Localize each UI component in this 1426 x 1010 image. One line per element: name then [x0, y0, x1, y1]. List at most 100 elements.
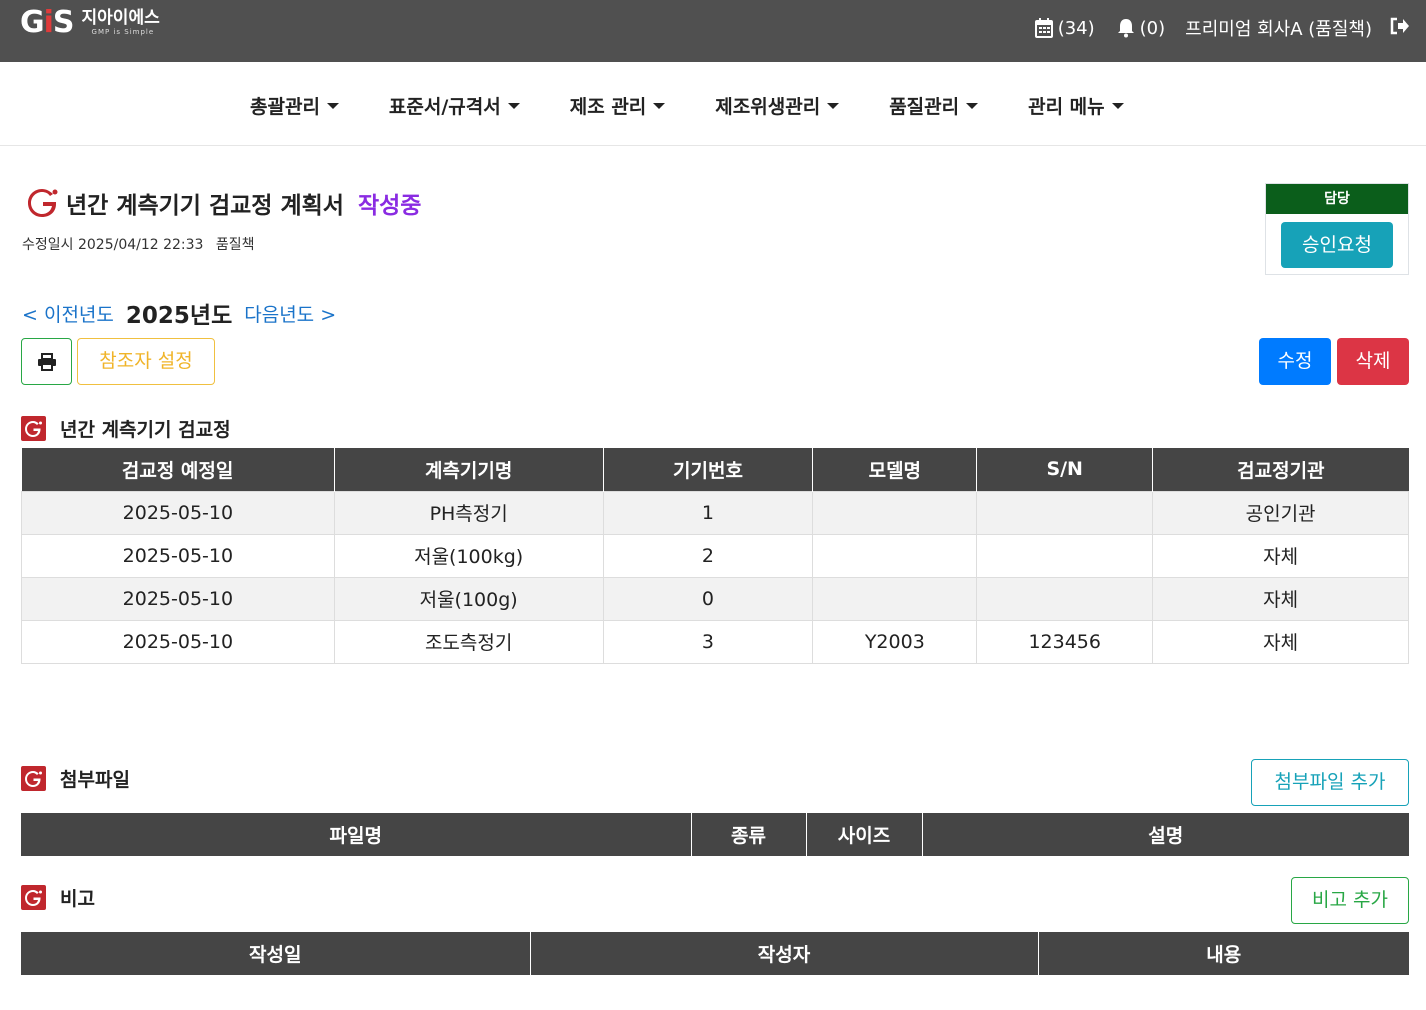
caret-down-icon	[827, 102, 840, 109]
sign-out-icon	[1390, 17, 1409, 34]
table-cell	[812, 490, 978, 535]
section-title: 년간 계측기기 검교정	[60, 419, 231, 441]
table-cell: PH측정기	[333, 490, 604, 535]
column-header[interactable]: S/N	[976, 448, 1154, 491]
calendar-count: (34)	[1057, 17, 1095, 39]
table-cell: 0	[602, 576, 814, 621]
gi-section-icon	[21, 766, 46, 791]
gi-section-icon	[21, 416, 46, 441]
nav-hygiene[interactable]: 제조위생관리	[715, 92, 840, 119]
calibration-section-header: 년간 계측기기 검교정	[21, 415, 231, 442]
table-cell: Y2003	[812, 619, 978, 664]
column-header[interactable]: 작성자	[530, 932, 1039, 975]
table-cell: 2025-05-10	[21, 490, 335, 535]
table-cell: 조도측정기	[333, 619, 604, 664]
status-badge: 작성중	[357, 193, 422, 219]
app-logo[interactable]: GiS 지아이에스 GMP is Simple	[20, 8, 160, 38]
table-cell: 2025-05-10	[21, 576, 335, 621]
table-cell: 자체	[1152, 576, 1409, 621]
add-remark-button[interactable]: 비고 추가	[1291, 877, 1409, 924]
table-cell: 1	[602, 490, 814, 535]
top-bar: GiS 지아이에스 GMP is Simple (34) (0) 프리미엄 회사…	[0, 0, 1426, 62]
modified-by: 품질책	[215, 237, 255, 253]
logout-button[interactable]	[1390, 17, 1410, 40]
gi-logo-icon	[28, 189, 58, 217]
gi-section-icon	[21, 885, 46, 910]
table-cell	[976, 533, 1154, 578]
edit-button[interactable]: 수정	[1259, 338, 1331, 385]
column-header[interactable]: 검교정기관	[1152, 448, 1409, 491]
table-cell: 저울(100g)	[333, 576, 604, 621]
column-header[interactable]: 기기번호	[603, 448, 814, 491]
column-header[interactable]: 모델명	[812, 448, 978, 491]
column-header[interactable]: 검교정 예정일	[21, 448, 335, 491]
approval-header: 담당	[1266, 184, 1408, 214]
column-header[interactable]: 사이즈	[806, 813, 923, 856]
notification-count: (0)	[1139, 17, 1166, 39]
table-cell: 자체	[1152, 533, 1409, 578]
caret-down-icon	[326, 102, 339, 109]
notification-button[interactable]: (0)	[1117, 17, 1166, 39]
main-nav: 총괄관리 표준서/규격서 제조 관리 제조위생관리 품질관리 관리 메뉴	[0, 62, 1426, 146]
table-header-row: 파일명 종류 사이즈 설명	[21, 813, 1409, 856]
table-cell	[812, 576, 978, 621]
current-year: 2025년도	[125, 303, 233, 329]
table-row[interactable]: 2025-05-10 조도측정기 3 Y2003 123456 자체	[21, 619, 1409, 664]
table-header-row: 작성일 작성자 내용	[21, 932, 1409, 975]
column-header[interactable]: 계측기기명	[334, 448, 604, 491]
add-attachment-button[interactable]: 첨부파일 추가	[1251, 759, 1409, 806]
table-cell: 자체	[1152, 619, 1409, 664]
table-cell: 저울(100kg)	[333, 533, 604, 578]
caret-down-icon	[507, 102, 520, 109]
delete-button[interactable]: 삭제	[1337, 338, 1409, 385]
table-row[interactable]: 2025-05-10 저울(100g) 0 자체	[21, 576, 1409, 621]
calendar-button[interactable]: (34)	[1034, 17, 1095, 39]
modified-info: 수정일시 2025/04/12 22:33 품질책	[22, 234, 255, 254]
logo-tagline: GMP is Simple	[91, 28, 155, 36]
nav-quality[interactable]: 품질관리	[889, 92, 979, 119]
user-menu[interactable]: 프리미엄 회사A (품질책)	[1185, 15, 1372, 41]
table-header-row: 검교정 예정일 계측기기명 기기번호 모델명 S/N 검교정기관	[21, 448, 1409, 491]
reference-setting-button[interactable]: 참조자 설정	[77, 338, 215, 385]
remarks-table: 작성일 작성자 내용	[21, 932, 1409, 975]
table-cell: 2025-05-10	[21, 533, 335, 578]
table-cell	[812, 533, 978, 578]
print-icon	[37, 352, 56, 371]
caret-down-icon	[653, 102, 666, 109]
nav-manufacturing[interactable]: 제조 관리	[570, 92, 666, 119]
next-year-link[interactable]: 다음년도 >	[244, 300, 336, 327]
logo-mark: GiS	[20, 5, 75, 40]
table-row[interactable]: 2025-05-10 PH측정기 1 공인기관	[21, 490, 1409, 535]
column-header[interactable]: 설명	[922, 813, 1409, 856]
nav-admin-menu[interactable]: 관리 메뉴	[1028, 92, 1124, 119]
prev-year-link[interactable]: < 이전년도	[22, 300, 114, 327]
calibration-table: 검교정 예정일 계측기기명 기기번호 모델명 S/N 검교정기관 2025-05…	[21, 448, 1409, 664]
section-title: 비고	[60, 888, 95, 910]
table-cell: 2025-05-10	[21, 619, 335, 664]
table-cell: 123456	[976, 619, 1154, 664]
remarks-section-header: 비고	[21, 884, 95, 911]
table-cell: 3	[602, 619, 814, 664]
print-button[interactable]	[21, 338, 72, 385]
nav-standards[interactable]: 표준서/규격서	[389, 92, 520, 119]
column-header[interactable]: 종류	[691, 813, 807, 856]
column-header[interactable]: 파일명	[21, 813, 692, 856]
section-title: 첨부파일	[60, 769, 130, 791]
page-title: 년간 계측기기 검교정 계획서	[66, 193, 344, 219]
caret-down-icon	[966, 102, 979, 109]
attachments-section-header: 첨부파일	[21, 765, 130, 792]
column-header[interactable]: 작성일	[21, 932, 531, 975]
approval-box: 담당 승인요청	[1265, 183, 1409, 275]
logo-korean-text: 지아이에스	[81, 8, 160, 28]
calendar-icon	[1034, 18, 1053, 38]
approval-request-button[interactable]: 승인요청	[1281, 222, 1393, 268]
table-row[interactable]: 2025-05-10 저울(100kg) 2 자체	[21, 533, 1409, 578]
caret-down-icon	[1111, 102, 1124, 109]
table-cell: 공인기관	[1152, 490, 1409, 535]
bell-icon	[1117, 19, 1134, 38]
nav-general-management[interactable]: 총괄관리	[250, 92, 339, 119]
table-cell	[976, 576, 1154, 621]
column-header[interactable]: 내용	[1038, 932, 1409, 975]
table-cell: 2	[602, 533, 814, 578]
modified-date: 수정일시 2025/04/12 22:33	[22, 237, 204, 253]
